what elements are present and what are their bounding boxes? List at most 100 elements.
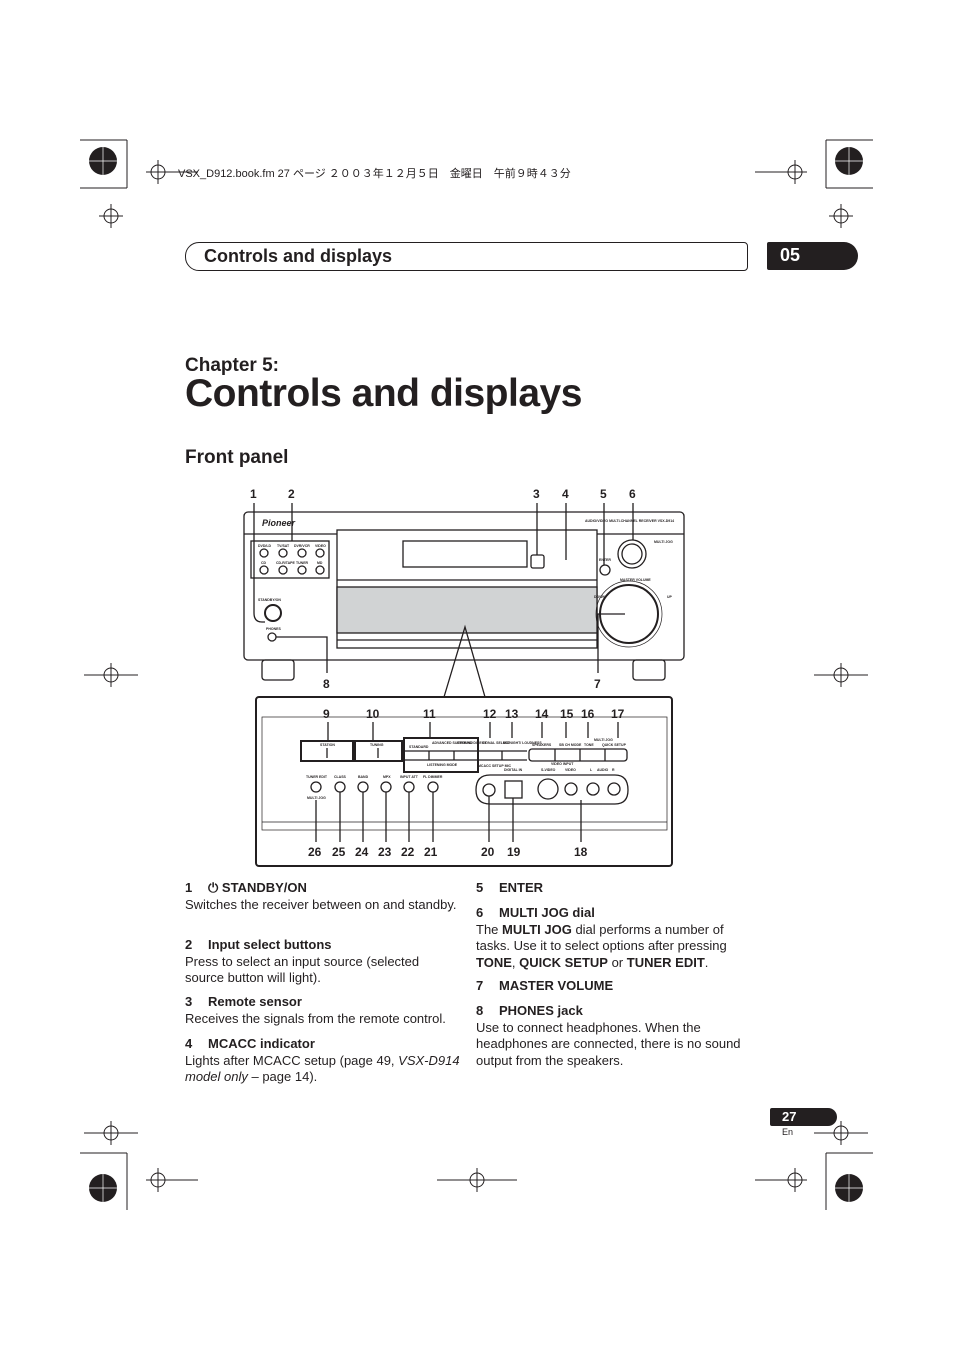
mcacc-mic-jack	[482, 783, 496, 797]
callout-number: 20	[481, 845, 495, 859]
sb-ch-mode-label: SB CH MODE	[559, 743, 582, 747]
video-label: VIDEO	[565, 768, 576, 772]
enter-button	[599, 564, 611, 576]
item-remote-sensor: 3 Remote sensor Receives the signals from…	[185, 994, 470, 1027]
audio-r-jack	[607, 782, 621, 796]
desc-text: Lights after MCACC setup (page 49,	[185, 1052, 399, 1068]
speakers-label: SPEAKERS	[532, 743, 552, 747]
callout-number: 10	[366, 707, 380, 721]
crosshair-icon	[84, 1121, 138, 1145]
audio-label: AUDIO	[597, 768, 609, 772]
callout-number: 16	[581, 707, 595, 721]
multi-jog-under-label: MULTI JOG	[307, 796, 326, 800]
audio-r-label: R	[612, 768, 615, 772]
audio-l-jack	[586, 782, 600, 796]
s-video-port	[537, 778, 559, 800]
video-jack	[564, 782, 578, 796]
callout-number: 5	[600, 487, 607, 501]
callout-number: 8	[323, 677, 330, 691]
item-description: Lights after MCACC setup (page 49, VSX-D…	[185, 1053, 460, 1086]
input-label: DVD/LD	[258, 544, 272, 548]
crosshair-icon	[437, 1168, 517, 1192]
callout-number: 4	[562, 487, 569, 501]
input-label: TUNER	[296, 561, 309, 565]
item-input-select: 2 Input select buttons Press to select an…	[185, 937, 460, 987]
video-input-label: VIDEO INPUT	[551, 762, 574, 766]
callout-number: 15	[560, 707, 574, 721]
item-master-volume: 7 MASTER VOLUME	[476, 978, 751, 995]
callout-number: 23	[378, 845, 392, 859]
multi-jog-label: MULTI JOG	[654, 540, 673, 544]
desc-bold: QUICK SETUP	[519, 954, 608, 970]
band-label: BAND	[358, 775, 369, 779]
item-heading: ENTER	[499, 880, 544, 895]
item-number: 8	[476, 1003, 484, 1018]
crosshair-icon	[755, 1168, 807, 1192]
digital-in-port	[504, 780, 523, 799]
item-description: Press to select an input source (selecte…	[185, 953, 420, 986]
item-heading: PHONES jack	[499, 1003, 583, 1018]
item-number: 2	[185, 937, 193, 952]
callout-number: 2	[288, 487, 295, 501]
receiver-foot	[261, 659, 295, 681]
model-text: AUDIO/VIDEO MULTI-CHANNEL RECEIVER VSX-D…	[585, 519, 674, 523]
fl-dimmer-button	[427, 781, 439, 793]
input-label: VIDEO	[315, 544, 326, 548]
manual-page: VSX_D912.book.fm 27 ページ ２００３年１２月５日 金曜日 午…	[0, 0, 954, 1351]
item-heading: MASTER VOLUME	[499, 978, 614, 993]
tuner-edit-button	[310, 781, 322, 793]
item-description: Use to connect headphones. When the head…	[476, 1019, 741, 1068]
enter-label: ENTER	[599, 558, 611, 562]
callout-number: 3	[533, 487, 540, 501]
callout-number: 18	[574, 845, 588, 859]
item-number: 7	[476, 978, 484, 993]
input-att-label: INPUT ATT	[400, 775, 419, 779]
input-att-button	[403, 781, 415, 793]
page-number: 27	[782, 1109, 797, 1124]
brand-logo: Pioneer	[262, 518, 296, 528]
input-label: DVR/VCR	[294, 544, 310, 548]
receiver-foot	[632, 659, 666, 681]
item-phones: 8 PHONES jack Use to connect headphones. …	[476, 1003, 751, 1069]
input-label: CD	[261, 561, 267, 565]
item-description: The MULTI JOG dial performs a number of …	[476, 922, 751, 972]
item-number: 3	[185, 994, 193, 1009]
fl-dimmer-label: FL DIMMER	[423, 775, 443, 779]
item-number: 1	[185, 880, 193, 895]
item-description: Switches the receiver between on and sta…	[185, 896, 457, 912]
callout-number: 1	[250, 487, 257, 501]
digital-in-label: DIGITAL IN	[504, 768, 523, 772]
desc-text: – page 14).	[247, 1069, 318, 1084]
desc-text: The	[476, 921, 503, 937]
callout-number: 13	[505, 707, 519, 721]
callout-number: 25	[332, 845, 346, 859]
item-heading: Remote sensor	[208, 994, 302, 1009]
audio-l-label: L	[590, 768, 593, 772]
item-multi-jog: 6 MULTI JOG dial The MULTI JOG dial perfo…	[476, 905, 751, 971]
callout-number: 12	[483, 707, 497, 721]
item-heading: MCACC indicator	[208, 1036, 315, 1051]
band-button	[357, 781, 369, 793]
callout-number: 22	[401, 845, 415, 859]
tuner-edit-label: TUNER EDIT	[306, 775, 328, 779]
item-description: Receives the signals from the remote con…	[185, 1010, 446, 1026]
callout-number: 21	[424, 845, 438, 859]
standby-button	[264, 604, 282, 622]
phones-jack	[267, 632, 277, 642]
input-label: TV/SAT	[277, 544, 290, 548]
page-number-tab: 27	[770, 1108, 837, 1126]
listening-mode-label: LISTENING MODE	[427, 763, 458, 767]
item-number: 4	[185, 1036, 193, 1051]
desc-bold: TUNER EDIT	[626, 954, 705, 970]
up-label: UP	[667, 595, 673, 599]
item-heading: STANDBY/ON	[221, 880, 307, 895]
crosshair-icon	[146, 1168, 198, 1192]
standby-label: STANDBY/ON	[258, 598, 281, 602]
class-label: CLASS	[334, 775, 347, 779]
mpx-label: MPX	[383, 775, 391, 779]
class-button	[334, 781, 346, 793]
callout-number: 14	[535, 707, 549, 721]
input-label: MD	[317, 561, 323, 565]
item-standby: 1 ⏻ STANDBY/ON Switches the receiver betw…	[185, 880, 460, 913]
callout-number: 24	[355, 845, 369, 859]
